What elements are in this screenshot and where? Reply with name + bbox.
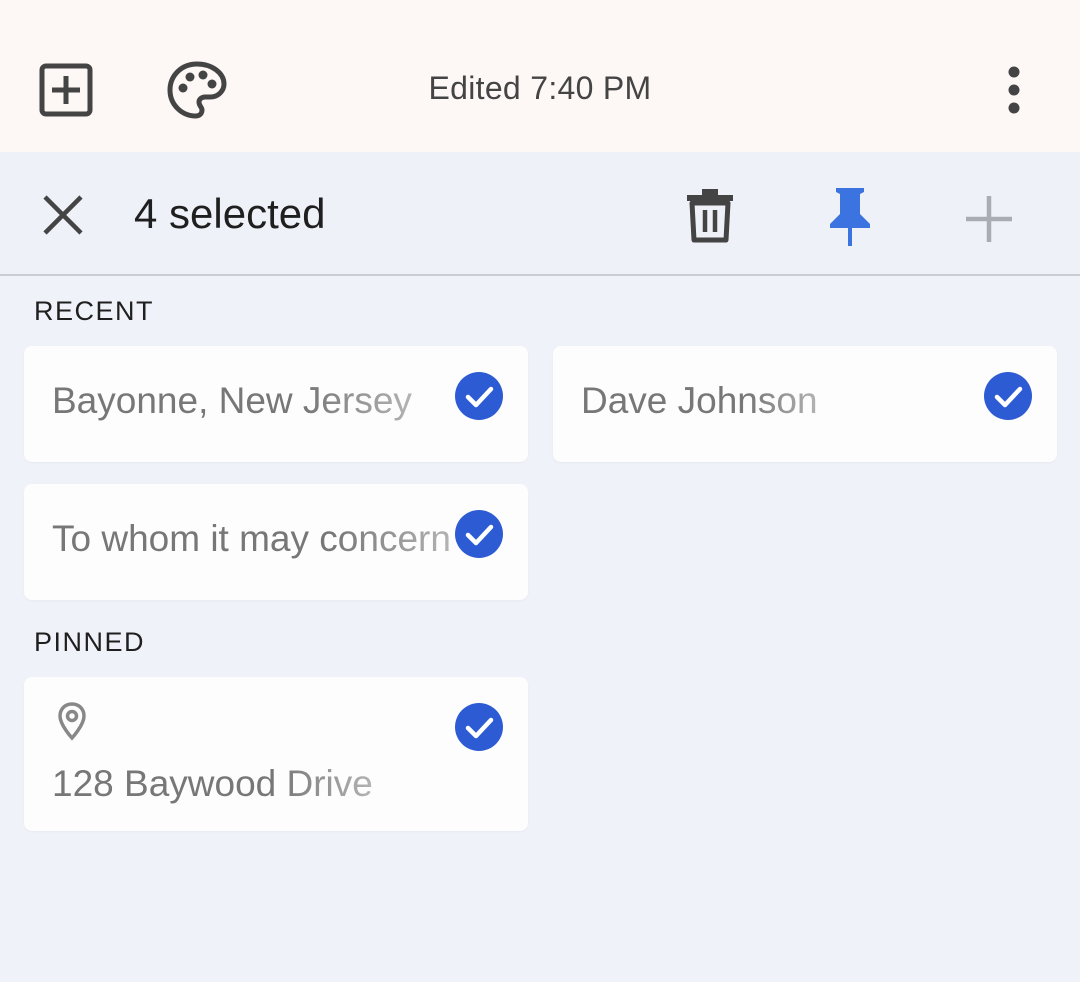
note-card[interactable]: Bayonne, New Jersey xyxy=(24,346,528,462)
trash-icon[interactable] xyxy=(682,186,738,244)
selected-count: 4 selected xyxy=(134,190,326,237)
more-vert-icon[interactable] xyxy=(996,64,1032,116)
note-title: Dave Johnson xyxy=(581,380,818,421)
pin-icon[interactable] xyxy=(822,184,878,248)
section-label-pinned: PINNED xyxy=(34,627,146,657)
selection-action-bar: 4 selected xyxy=(0,152,1080,276)
plus-icon[interactable] xyxy=(962,192,1016,246)
note-title: Bayonne, New Jersey xyxy=(52,380,412,421)
note-card[interactable]: To whom it may concern xyxy=(24,484,528,600)
note-card[interactable]: Dave Johnson xyxy=(553,346,1057,462)
checkmark-icon[interactable] xyxy=(455,510,503,558)
editor-top-bar: Edited 7:40 PM xyxy=(0,0,1080,152)
note-card[interactable]: 128 Baywood Drive xyxy=(24,677,528,831)
note-title: To whom it may concern xyxy=(52,518,451,559)
checkmark-icon[interactable] xyxy=(984,372,1032,420)
location-pin-icon xyxy=(56,701,88,741)
close-icon[interactable] xyxy=(38,190,88,240)
checkmark-icon[interactable] xyxy=(455,703,503,751)
section-label-recent: RECENT xyxy=(34,296,155,326)
checkmark-icon[interactable] xyxy=(455,372,503,420)
edited-timestamp: Edited 7:40 PM xyxy=(428,70,652,106)
note-title: 128 Baywood Drive xyxy=(52,763,373,804)
